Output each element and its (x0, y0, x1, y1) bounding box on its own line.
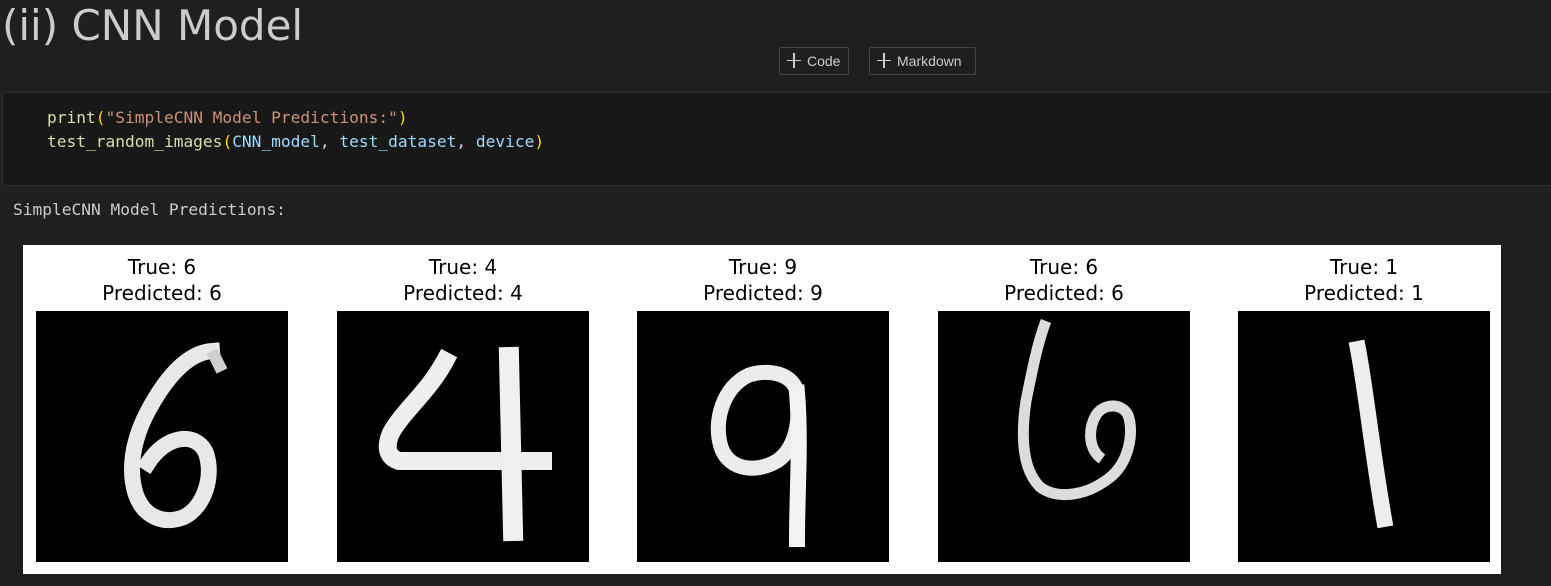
true-label: True: 6 (127, 255, 197, 279)
code-line-2: test_random_images(CNN_model, test_datas… (47, 131, 544, 153)
code-token-separator: , (319, 132, 340, 151)
true-label: True: 9 (728, 255, 798, 279)
code-token-bracket: ( (222, 132, 233, 151)
prediction-panel: True: 6 Predicted: 6 (938, 245, 1190, 574)
add-markdown-label: Markdown (897, 53, 962, 69)
code-token-bracket: ) (534, 132, 545, 151)
digit-image (637, 311, 889, 562)
add-cell-toolbar: Code Markdown (0, 47, 1551, 77)
cell-output-text: SimpleCNN Model Predictions: (13, 200, 286, 219)
code-token-string: "SimpleCNN Model Predictions:" (105, 108, 398, 127)
code-token-variable: device (475, 132, 535, 151)
predicted-label: Predicted: 6 (102, 281, 222, 305)
true-label: True: 4 (428, 255, 498, 279)
digit-image (1238, 311, 1490, 562)
code-token-variable: test_dataset (339, 132, 457, 151)
predicted-label: Predicted: 9 (703, 281, 823, 305)
digit-image (337, 311, 589, 562)
markdown-heading: (ii) CNN Model (2, 1, 304, 50)
prediction-panel: True: 4 Predicted: 4 (337, 245, 589, 574)
code-line-1: print("SimpleCNN Model Predictions:") (47, 107, 408, 129)
digit-image (938, 311, 1190, 562)
code-token-variable: CNN_model (232, 132, 320, 151)
code-token-function: print (47, 108, 96, 127)
prediction-panel: True: 1 Predicted: 1 (1238, 245, 1490, 574)
code-token-bracket: ) (397, 108, 408, 127)
true-label: True: 6 (1029, 255, 1099, 279)
code-cell-editor[interactable]: print("SimpleCNN Model Predictions:") te… (2, 92, 1551, 186)
output-figure: True: 6 Predicted: 6 True: 4 Predicted: … (23, 245, 1501, 574)
code-token-function: test_random_images (47, 132, 223, 151)
plus-icon (876, 47, 892, 75)
true-label: True: 1 (1329, 255, 1399, 279)
add-code-cell-button[interactable]: Code (779, 47, 849, 75)
plus-icon (786, 47, 802, 75)
add-markdown-cell-button[interactable]: Markdown (869, 47, 976, 75)
code-token-separator: , (456, 132, 476, 151)
predicted-label: Predicted: 6 (1004, 281, 1124, 305)
prediction-panel: True: 6 Predicted: 6 (36, 245, 288, 574)
digit-image (36, 311, 288, 562)
predicted-label: Predicted: 4 (403, 281, 523, 305)
prediction-panel: True: 9 Predicted: 9 (637, 245, 889, 574)
predicted-label: Predicted: 1 (1304, 281, 1424, 305)
add-code-label: Code (807, 53, 841, 69)
